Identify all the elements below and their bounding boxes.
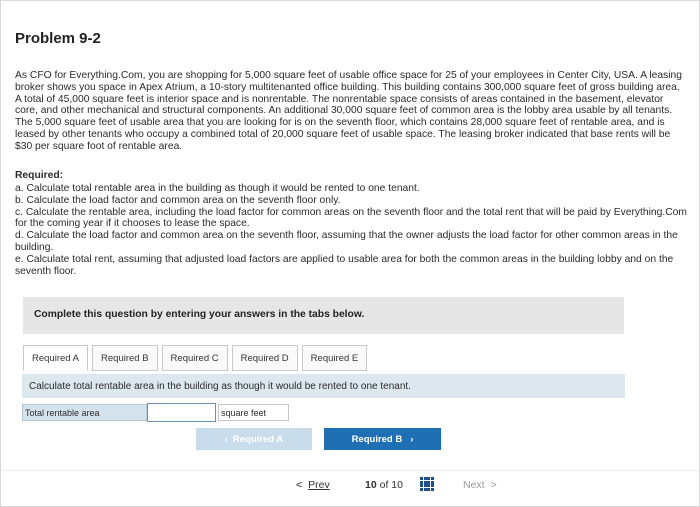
required-item-d: d. Calculate the load factor and common … (15, 230, 678, 253)
required-item-b: b. Calculate the load factor and common … (15, 194, 341, 206)
required-tabs: Required A Required B Required C Require… (23, 345, 371, 371)
current-page: 10 (365, 479, 377, 491)
required-item-a: a. Calculate total rentable area in the … (15, 183, 420, 194)
prev-question-link[interactable]: < Prev (296, 479, 330, 491)
tab-instruction: Calculate total rentable area in the bui… (22, 374, 625, 398)
chevron-left-icon: < (296, 479, 303, 491)
answer-row: Total rentable area square feet (22, 403, 322, 422)
required-item-c: c. Calculate the rentable area, includin… (15, 206, 687, 230)
tab-required-a[interactable]: Required A (23, 345, 89, 371)
tab-required-d[interactable]: Required D (231, 345, 298, 371)
problem-description: As CFO for Everything.Com, you are shopp… (15, 70, 682, 152)
question-pager: < Prev 10 of 10 Next > (290, 474, 520, 498)
page-of: of (379, 479, 389, 491)
instruction-text: Calculate total rentable area in the bui… (29, 381, 411, 392)
instructions-panel: Complete this question by entering your … (23, 297, 624, 334)
page-counter: 10 of 10 (365, 479, 403, 491)
answer-label: Total rentable area (22, 404, 147, 421)
divider (0, 470, 700, 471)
total-rentable-area-input[interactable] (147, 403, 216, 422)
previous-required-button[interactable]: ‹ Required A (196, 428, 312, 450)
total-pages: 10 (391, 479, 403, 491)
tab-required-e[interactable]: Required E (301, 345, 368, 371)
chevron-right-icon: › (410, 433, 414, 445)
required-list: a. Calculate total rentable area in the … (15, 183, 687, 277)
required-item-e: e. Calculate total rent, assuming that a… (15, 253, 674, 277)
next-required-button[interactable]: Required B › (324, 428, 441, 450)
next-question-link[interactable]: Next > (463, 479, 497, 491)
next-required-label: Required B (351, 433, 403, 445)
tab-required-c[interactable]: Required C (161, 345, 228, 371)
chevron-right-icon: > (490, 479, 497, 491)
previous-required-label: Required A (232, 433, 284, 445)
grid-view-icon[interactable] (420, 477, 434, 491)
panel-text: Complete this question by entering your … (34, 309, 365, 320)
problem-title: Problem 9-2 (15, 30, 101, 47)
required-heading: Required: (15, 170, 64, 181)
prev-label: Prev (308, 479, 330, 491)
next-label: Next (463, 479, 485, 491)
chevron-left-icon: ‹ (224, 433, 228, 445)
tab-required-b[interactable]: Required B (92, 345, 158, 371)
answer-unit: square feet (218, 404, 289, 421)
